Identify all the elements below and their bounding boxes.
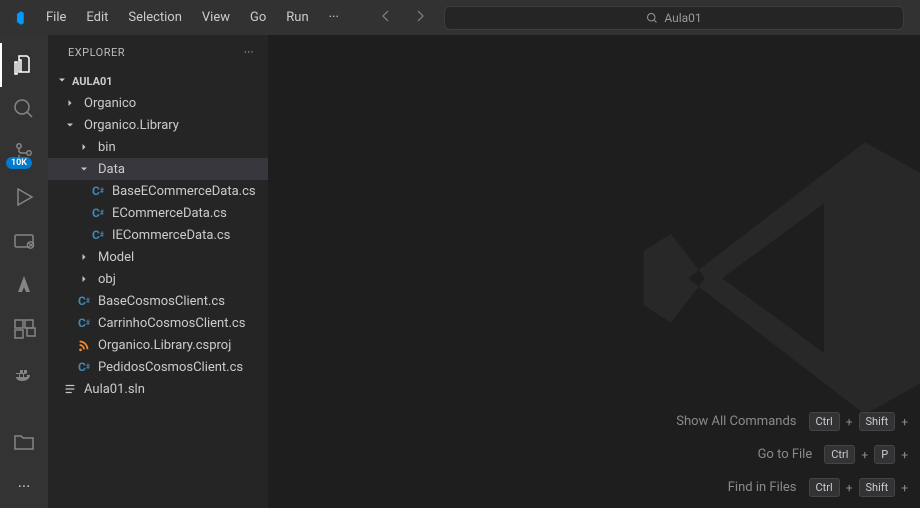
vscode-watermark-icon bbox=[620, 115, 920, 455]
menu-bar: File Edit Selection View Go Run ··· bbox=[38, 6, 347, 29]
sidebar-more-icon[interactable]: ··· bbox=[244, 46, 254, 59]
activity-explorer[interactable] bbox=[0, 43, 48, 87]
keycap: P bbox=[874, 445, 895, 464]
shortcut-label: Show All Commands bbox=[676, 414, 796, 429]
activity-search[interactable] bbox=[0, 87, 48, 131]
tree-item-label: BaseCosmosClient.cs bbox=[98, 294, 225, 309]
nav-arrows bbox=[362, 8, 444, 28]
nav-forward-icon[interactable] bbox=[412, 8, 428, 28]
shortcut-row: Show All Commands Ctrl+Shift+ bbox=[676, 405, 908, 438]
csharp-file-icon: C# bbox=[90, 206, 106, 220]
csharp-file-icon: C# bbox=[76, 316, 92, 330]
menu-more[interactable]: ··· bbox=[321, 6, 347, 29]
file-tree: AULA01 Organico Organico.Library bin Data C#… bbox=[48, 70, 268, 508]
scm-badge: 10K bbox=[6, 157, 32, 169]
sidebar-title: EXPLORER bbox=[68, 46, 125, 59]
keycap: Ctrl bbox=[809, 412, 840, 431]
editor-area: Show All Commands Ctrl+Shift+ Go to File Ct… bbox=[268, 35, 920, 508]
tree-item-label: PedidosCosmosClient.cs bbox=[98, 360, 243, 375]
activity-source-control[interactable]: 10K bbox=[0, 131, 48, 175]
chevron-down-icon bbox=[62, 119, 78, 131]
activity-more[interactable]: ··· bbox=[0, 464, 48, 508]
shortcut-label: Go to File bbox=[758, 447, 813, 462]
chevron-down-icon bbox=[76, 163, 92, 175]
csharp-file-icon: C# bbox=[90, 184, 106, 198]
csharp-file-icon: C# bbox=[90, 228, 106, 242]
activity-remote[interactable] bbox=[0, 219, 48, 263]
tree-folder[interactable]: Organico bbox=[48, 92, 268, 114]
tree-item-label: ECommerceData.cs bbox=[112, 206, 227, 221]
tree-item-label: Aula01.sln bbox=[84, 382, 145, 397]
tree-folder[interactable]: bin bbox=[48, 136, 268, 158]
activity-folder[interactable] bbox=[0, 420, 48, 464]
tree-item-label: Model bbox=[98, 250, 134, 265]
keycap: Ctrl bbox=[809, 478, 840, 497]
menu-edit[interactable]: Edit bbox=[78, 6, 116, 29]
menu-run[interactable]: Run bbox=[278, 6, 316, 29]
tree-item-label: Organico bbox=[84, 96, 136, 111]
keycap: Shift bbox=[859, 478, 896, 497]
tree-root[interactable]: AULA01 bbox=[48, 70, 268, 92]
menu-selection[interactable]: Selection bbox=[120, 6, 189, 29]
tree-item-label: CarrinhoCosmosClient.cs bbox=[98, 316, 245, 331]
tree-folder[interactable]: Model bbox=[48, 246, 268, 268]
tree-item-label: obj bbox=[98, 272, 116, 287]
tree-folder[interactable]: Organico.Library bbox=[48, 114, 268, 136]
keycap: Shift bbox=[859, 412, 896, 431]
command-center-text: Aula01 bbox=[664, 11, 701, 25]
sidebar-header: EXPLORER ··· bbox=[48, 35, 268, 70]
solution-file-icon bbox=[62, 382, 78, 396]
chevron-right-icon bbox=[76, 251, 92, 263]
tree-file[interactable]: C# ECommerceData.cs bbox=[48, 202, 268, 224]
tree-item-label: Organico.Library.csproj bbox=[98, 338, 231, 353]
project-file-icon bbox=[76, 338, 92, 352]
chevron-right-icon bbox=[76, 141, 92, 153]
activity-azure[interactable] bbox=[0, 263, 48, 307]
tree-file[interactable]: Aula01.sln bbox=[48, 378, 268, 400]
csharp-file-icon: C# bbox=[76, 294, 92, 308]
menu-view[interactable]: View bbox=[194, 6, 238, 29]
chevron-down-icon bbox=[56, 74, 68, 89]
shortcuts-panel: Show All Commands Ctrl+Shift+ Go to File Ct… bbox=[676, 405, 920, 508]
activity-run-debug[interactable] bbox=[0, 175, 48, 219]
tree-file[interactable]: Organico.Library.csproj bbox=[48, 334, 268, 356]
tree-root-label: AULA01 bbox=[72, 75, 113, 88]
tree-item-label: BaseECommerceData.cs bbox=[112, 184, 256, 199]
command-center[interactable]: Aula01 bbox=[444, 6, 904, 30]
shortcut-keys: Ctrl+Shift+ bbox=[809, 412, 908, 431]
tree-file[interactable]: C# BaseECommerceData.cs bbox=[48, 180, 268, 202]
tree-file[interactable]: C# CarrinhoCosmosClient.cs bbox=[48, 312, 268, 334]
chevron-right-icon bbox=[76, 273, 92, 285]
search-icon bbox=[646, 12, 658, 24]
nav-back-icon[interactable] bbox=[378, 8, 394, 28]
menu-go[interactable]: Go bbox=[242, 6, 274, 29]
tree-item-label: Data bbox=[98, 162, 125, 177]
tree-item-label: Organico.Library bbox=[84, 118, 179, 133]
tree-folder[interactable]: obj bbox=[48, 268, 268, 290]
shortcut-keys: Ctrl+P+ bbox=[824, 445, 908, 464]
shortcut-keys: Ctrl+Shift+ bbox=[809, 478, 908, 497]
activity-extensions[interactable] bbox=[0, 307, 48, 351]
tree-item-label: IECommerceData.cs bbox=[112, 228, 230, 243]
keycap: Ctrl bbox=[824, 445, 855, 464]
tree-item-label: bin bbox=[98, 140, 116, 155]
tree-file[interactable]: C# BaseCosmosClient.cs bbox=[48, 290, 268, 312]
titlebar: File Edit Selection View Go Run ··· Aula… bbox=[0, 0, 920, 35]
tree-file[interactable]: C# IECommerceData.cs bbox=[48, 224, 268, 246]
sidebar: EXPLORER ··· AULA01 Organico Organico.Lib… bbox=[48, 35, 268, 508]
vscode-logo-icon bbox=[8, 9, 26, 27]
tree-folder[interactable]: Data bbox=[48, 158, 268, 180]
tree-file[interactable]: C# PedidosCosmosClient.cs bbox=[48, 356, 268, 378]
menu-file[interactable]: File bbox=[38, 6, 74, 29]
csharp-file-icon: C# bbox=[76, 360, 92, 374]
activity-docker[interactable] bbox=[0, 351, 48, 395]
activity-bar: 10K ··· bbox=[0, 35, 48, 508]
shortcut-label: Find in Files bbox=[728, 480, 797, 495]
shortcut-row: Find in Files Ctrl+Shift+ bbox=[676, 471, 908, 504]
shortcut-row: Go to File Ctrl+P+ bbox=[676, 438, 908, 471]
chevron-right-icon bbox=[62, 97, 78, 109]
